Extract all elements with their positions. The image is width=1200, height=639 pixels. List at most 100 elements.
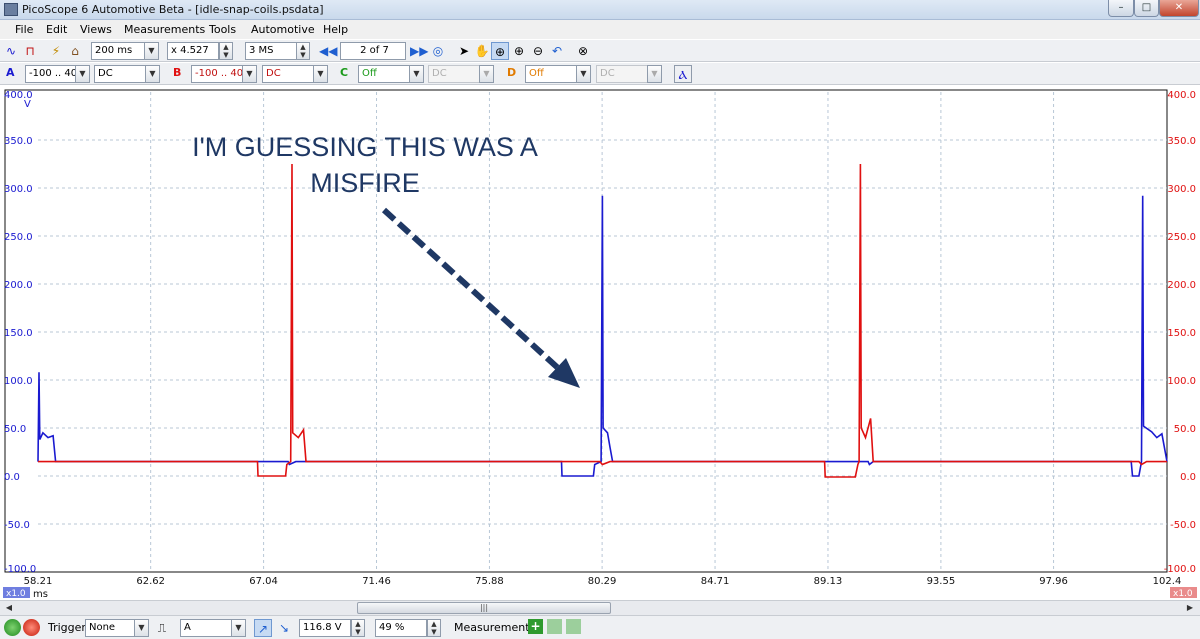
- auto-setup-icon[interactable]: ⚡: [47, 42, 65, 60]
- channel-b-coupling-dropdown-icon[interactable]: ▼: [313, 65, 328, 83]
- x-tick-label: 93.55: [927, 576, 956, 587]
- annotation-line-2: MISFIRE: [310, 168, 420, 198]
- x-tick-label: 67.04: [249, 576, 278, 587]
- scope-mode-icon[interactable]: ∿: [2, 42, 20, 60]
- channel-b-label[interactable]: B: [173, 66, 181, 79]
- x-tick-label: 102.4: [1153, 576, 1182, 587]
- home-icon[interactable]: ⌂: [66, 42, 84, 60]
- samples-field[interactable]: 3 MS: [245, 42, 297, 60]
- title-bar: PicoScope 6 Automotive Beta - [idle-snap…: [0, 0, 1200, 20]
- scroll-left-icon[interactable]: ◀: [2, 602, 16, 614]
- y-tick-right: 200.0: [1167, 280, 1196, 291]
- edit-measurement-icon: [547, 619, 562, 634]
- plot-frame: [4, 89, 1168, 573]
- y-tick-right: 300.0: [1167, 184, 1196, 195]
- menu-automotive[interactable]: Automotive: [251, 23, 315, 36]
- zoom-factor-field[interactable]: x 4.527: [167, 42, 219, 60]
- buffer-position-field[interactable]: 2 of 7: [340, 42, 406, 60]
- menu-help[interactable]: Help: [323, 23, 348, 36]
- x-tick-label: 80.29: [588, 576, 617, 587]
- falling-edge-icon[interactable]: ↘: [275, 619, 293, 637]
- undo-zoom-icon[interactable]: ↶: [548, 42, 566, 60]
- timebase-select[interactable]: 200 ms: [91, 42, 146, 60]
- scroll-right-icon[interactable]: ▶: [1183, 602, 1197, 614]
- zoom-out-icon[interactable]: ⊖: [529, 42, 547, 60]
- hand-tool-icon[interactable]: ✋: [473, 42, 491, 60]
- zoom-area-icon[interactable]: ⊕: [491, 42, 509, 60]
- annotation-line-1: I'M GUESSING THIS WAS A: [192, 132, 538, 162]
- stop-icon[interactable]: [23, 619, 40, 636]
- x-tick-label: 84.71: [701, 576, 730, 587]
- buffer-navigator-icon[interactable]: ◎: [429, 42, 447, 60]
- zoom-overview-icon[interactable]: ⊗: [574, 42, 592, 60]
- maximize-button[interactable]: □: [1134, 0, 1159, 17]
- channel-b-range[interactable]: -100 .. 400: [191, 65, 243, 83]
- trigger-label: Trigger: [48, 621, 86, 634]
- y-tick-left: -50.0: [4, 520, 30, 531]
- channel-a-range-dropdown-icon[interactable]: ▼: [75, 65, 90, 83]
- measurements-label: Measurements: [454, 621, 536, 634]
- menu-bar: File Edit Views Measurements Tools Autom…: [0, 20, 1200, 39]
- channel-b-range-dropdown-icon[interactable]: ▼: [242, 65, 257, 83]
- menu-edit[interactable]: Edit: [46, 23, 67, 36]
- persistence-mode-icon[interactable]: ⊓: [21, 42, 39, 60]
- channel-a-coupling[interactable]: DC: [94, 65, 146, 83]
- channel-d-label[interactable]: D: [507, 66, 516, 79]
- channel-a-coupling-dropdown-icon[interactable]: ▼: [145, 65, 160, 83]
- y-tick-right: 150.0: [1167, 328, 1196, 339]
- channel-c-label[interactable]: C: [340, 66, 348, 79]
- channel-c-range-dropdown-icon[interactable]: ▼: [409, 65, 424, 83]
- first-buffer-icon[interactable]: ◀◀: [319, 42, 337, 60]
- minimize-button[interactable]: –: [1108, 0, 1134, 17]
- y-tick-left: 350.0: [4, 136, 33, 147]
- y-tick-left: 100.0: [4, 376, 33, 387]
- picoscope-app-icon: [4, 3, 18, 16]
- channel-a-range[interactable]: -100 .. 400: [25, 65, 77, 83]
- main-toolbar: ∿ ⊓ ⚡ ⌂ 200 ms ▼ x 4.527 ▲ ▼ 3 MS ▲ ▼ ◀◀ 2…: [0, 39, 1200, 62]
- y-tick-right: -50.0: [1170, 520, 1196, 531]
- next-buffer-icon[interactable]: ▶▶: [410, 42, 428, 60]
- start-icon[interactable]: [4, 619, 21, 636]
- menu-file[interactable]: File: [15, 23, 33, 36]
- trigger-level-spinner[interactable]: ▲ ▼: [351, 619, 365, 637]
- channel-d-range-dropdown-icon[interactable]: ▼: [576, 65, 591, 83]
- scope-view[interactable]: -100.0 -50.0 0.0 50.0 100.0 150.0 200.0 250.0 30…: [0, 86, 1200, 600]
- status-bar: Trigger None ▼ ⎍ A ▼ ↗ ↘ 116.8 V ▲ ▼ 49 %…: [0, 615, 1200, 639]
- pre-trigger-field[interactable]: 49 %: [375, 619, 427, 637]
- y-tick-left: 0.0: [4, 472, 20, 483]
- channel-d-range[interactable]: Off: [525, 65, 577, 83]
- trigger-channel-select[interactable]: A: [180, 619, 232, 637]
- zoom-in-icon[interactable]: ⊕: [510, 42, 528, 60]
- close-button[interactable]: ✕: [1159, 0, 1199, 17]
- channel-options-icon[interactable]: Ⲁ: [674, 65, 692, 83]
- waveform-chart[interactable]: -100.0 -50.0 0.0 50.0 100.0 150.0 200.0 250.0 30…: [0, 86, 1200, 600]
- channel-toolbar: A -100 .. 400 ▼ DC ▼ B -100 .. 400 ▼ DC …: [0, 62, 1200, 85]
- y-tick-left: 150.0: [4, 328, 33, 339]
- menu-tools[interactable]: Tools: [209, 23, 236, 36]
- pre-trigger-spinner[interactable]: ▲ ▼: [427, 619, 441, 637]
- scroll-thumb[interactable]: |||: [357, 602, 611, 614]
- x-tick-label: 58.21: [24, 576, 53, 587]
- menu-views[interactable]: Views: [80, 23, 112, 36]
- add-measurement-icon[interactable]: +: [528, 619, 543, 634]
- x-tick-label: 97.96: [1039, 576, 1068, 587]
- trigger-edge-icon[interactable]: ⎍: [153, 619, 171, 637]
- channel-a-label[interactable]: A: [6, 66, 15, 79]
- trigger-mode-dropdown-icon[interactable]: ▼: [134, 619, 149, 637]
- channel-b-coupling[interactable]: DC: [262, 65, 314, 83]
- channel-c-coupling: DC: [428, 65, 480, 83]
- rising-edge-icon[interactable]: ↗: [254, 619, 272, 637]
- menu-measurements[interactable]: Measurements: [124, 23, 205, 36]
- y-tick-left: -100.0: [4, 564, 36, 575]
- channel-c-range[interactable]: Off: [358, 65, 410, 83]
- right-zoom-badge: x1.0: [1173, 589, 1193, 599]
- y-tick-right: 400.0: [1167, 90, 1196, 101]
- trigger-level-field[interactable]: 116.8 V: [299, 619, 351, 637]
- trigger-mode-select[interactable]: None: [85, 619, 135, 637]
- pointer-tool-icon[interactable]: ➤: [455, 42, 473, 60]
- horizontal-scrollbar[interactable]: ◀ ||| ▶: [0, 600, 1200, 615]
- zoom-spinner[interactable]: ▲ ▼: [219, 42, 233, 60]
- samples-spinner[interactable]: ▲ ▼: [296, 42, 310, 60]
- trigger-channel-dropdown-icon[interactable]: ▼: [231, 619, 246, 637]
- timebase-dropdown-icon[interactable]: ▼: [144, 42, 159, 60]
